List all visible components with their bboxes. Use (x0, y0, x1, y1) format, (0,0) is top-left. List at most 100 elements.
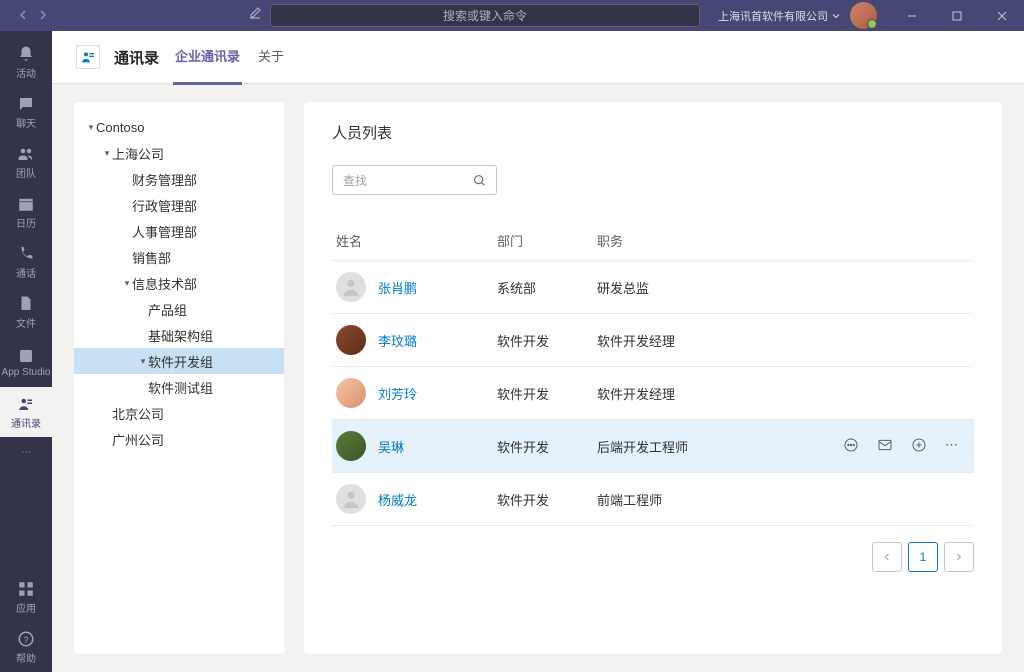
tree-node[interactable]: ▾Contoso (74, 114, 284, 140)
rail-more[interactable]: ⋯ (0, 437, 52, 467)
tree-node[interactable]: 销售部 (74, 244, 284, 270)
person-name-link[interactable]: 张肖鹏 (378, 278, 417, 297)
org-switcher[interactable]: 上海讯首软件有限公司 (718, 8, 840, 24)
person-name-link[interactable]: 李玟璐 (378, 331, 417, 350)
more-icon[interactable]: ⋯ (945, 437, 960, 456)
org-name-label: 上海讯首软件有限公司 (718, 8, 828, 24)
tree-node[interactable]: 财务管理部 (74, 166, 284, 192)
tree-caret-icon: ▾ (102, 148, 112, 159)
rail-files[interactable]: 文件 (0, 287, 52, 337)
tree-node[interactable]: 人事管理部 (74, 218, 284, 244)
page-prev-button[interactable] (872, 542, 902, 572)
tree-node-label: 信息技术部 (132, 274, 197, 293)
tree-node[interactable]: ▾上海公司 (74, 140, 284, 166)
people-search-input[interactable]: 查找 (332, 165, 497, 195)
person-dept: 软件开发 (497, 437, 597, 456)
chat-icon[interactable] (843, 437, 859, 456)
nav-forward-icon[interactable] (38, 7, 48, 25)
person-role: 研发总监 (597, 278, 974, 297)
tree-caret-icon: ▾ (86, 122, 96, 133)
person-dept: 软件开发 (497, 384, 597, 403)
chevron-down-icon (832, 12, 840, 20)
tree-node[interactable]: 广州公司 (74, 426, 284, 452)
rail-chat[interactable]: 聊天 (0, 87, 52, 137)
col-dept: 部门 (497, 231, 597, 250)
rail-calendar[interactable]: 日历 (0, 187, 52, 237)
tab-header: 通讯录 企业通讯录 关于 (52, 31, 1024, 84)
person-name-link[interactable]: 吴琳 (378, 437, 404, 456)
app-title: 通讯录 (114, 47, 159, 68)
tree-node[interactable]: 基础架构组 (74, 322, 284, 348)
mail-icon[interactable] (877, 437, 893, 456)
panel-title: 人员列表 (332, 122, 974, 143)
tree-node-label: 上海公司 (112, 144, 164, 163)
pagination: 1 (332, 542, 974, 572)
col-name: 姓名 (332, 231, 497, 250)
person-avatar (336, 431, 366, 461)
person-avatar (336, 325, 366, 355)
table-row[interactable]: 李玟璐 软件开发软件开发经理 (332, 314, 974, 367)
tab-enterprise-contacts[interactable]: 企业通讯录 (173, 29, 242, 85)
people-table: 姓名 部门 职务 张肖鹏系统部研发总监李玟璐软件开发软件开发经理刘芳玲软件开发软… (332, 221, 974, 526)
page-number-button[interactable]: 1 (908, 542, 938, 572)
rail-contacts[interactable]: 通讯录 (0, 387, 52, 437)
tree-node[interactable]: 产品组 (74, 296, 284, 322)
tree-node[interactable]: ▾信息技术部 (74, 270, 284, 296)
window-minimize-button[interactable] (889, 0, 934, 31)
titlebar: 搜索或键入命令 上海讯首软件有限公司 (0, 0, 1024, 31)
tree-node-label: 基础架构组 (148, 326, 213, 345)
tree-node-label: 软件测试组 (148, 378, 213, 397)
tree-node-label: 软件开发组 (148, 352, 213, 371)
org-tree: ▾Contoso▾上海公司财务管理部行政管理部人事管理部销售部▾信息技术部产品组… (74, 102, 284, 654)
rail-apps[interactable]: 应用 (0, 572, 52, 622)
search-input[interactable]: 搜索或键入命令 (270, 4, 700, 27)
rail-appstudio[interactable]: App Studio (0, 337, 52, 387)
tree-node-label: 产品组 (148, 300, 187, 319)
person-name-link[interactable]: 刘芳玲 (378, 384, 417, 403)
rail-activity[interactable]: 活动 (0, 37, 52, 87)
col-role: 职务 (597, 231, 974, 250)
person-name-link[interactable]: 杨威龙 (378, 490, 417, 509)
window-close-button[interactable] (979, 0, 1024, 31)
tree-caret-icon: ▾ (138, 356, 148, 367)
table-row[interactable]: 吴琳 软件开发后端开发工程师 ⋯ (332, 420, 974, 473)
person-dept: 软件开发 (497, 331, 597, 350)
tree-node-label: 广州公司 (112, 430, 164, 449)
tree-caret-icon: ▾ (122, 278, 132, 289)
page-next-button[interactable] (944, 542, 974, 572)
add-icon[interactable] (911, 437, 927, 456)
app-rail: 活动 聊天 团队 日历 通话 文件 App Studio 通讯录 ⋯ 应用 ?帮… (0, 31, 52, 672)
tree-node[interactable]: 北京公司 (74, 400, 284, 426)
rail-calls[interactable]: 通话 (0, 237, 52, 287)
tree-node-label: 销售部 (132, 248, 171, 267)
table-row[interactable]: 张肖鹏 系统部研发总监 (332, 261, 974, 314)
tree-node-label: 人事管理部 (132, 222, 197, 241)
table-row[interactable]: 刘芳玲软件开发软件开发经理 (332, 367, 974, 420)
person-avatar (336, 378, 366, 408)
person-role: 后端开发工程师 (597, 437, 843, 456)
tree-node-label: Contoso (96, 120, 144, 135)
person-dept: 系统部 (497, 278, 597, 297)
tree-node[interactable]: 行政管理部 (74, 192, 284, 218)
search-icon (473, 174, 486, 187)
rail-teams[interactable]: 团队 (0, 137, 52, 187)
person-role: 软件开发经理 (597, 331, 974, 350)
person-avatar (336, 272, 366, 302)
rail-help[interactable]: ?帮助 (0, 622, 52, 672)
person-role: 前端工程师 (597, 490, 974, 509)
app-icon (76, 45, 100, 69)
people-panel: 人员列表 查找 姓名 部门 职务 张肖鹏系统部研发总监李玟璐软件开发软件开发经理… (304, 102, 1002, 654)
tab-about[interactable]: 关于 (256, 29, 286, 85)
tree-node[interactable]: 软件测试组 (74, 374, 284, 400)
window-maximize-button[interactable] (934, 0, 979, 31)
svg-text:?: ? (23, 634, 28, 644)
nav-back-icon[interactable] (18, 7, 28, 25)
user-avatar[interactable] (850, 2, 877, 29)
person-dept: 软件开发 (497, 490, 597, 509)
tree-node[interactable]: ▾软件开发组 (74, 348, 284, 374)
tree-node-label: 行政管理部 (132, 196, 197, 215)
table-row[interactable]: 杨威龙 软件开发前端工程师 (332, 473, 974, 526)
compose-icon[interactable] (248, 6, 262, 25)
tree-node-label: 北京公司 (112, 404, 164, 423)
table-header: 姓名 部门 职务 (332, 221, 974, 261)
